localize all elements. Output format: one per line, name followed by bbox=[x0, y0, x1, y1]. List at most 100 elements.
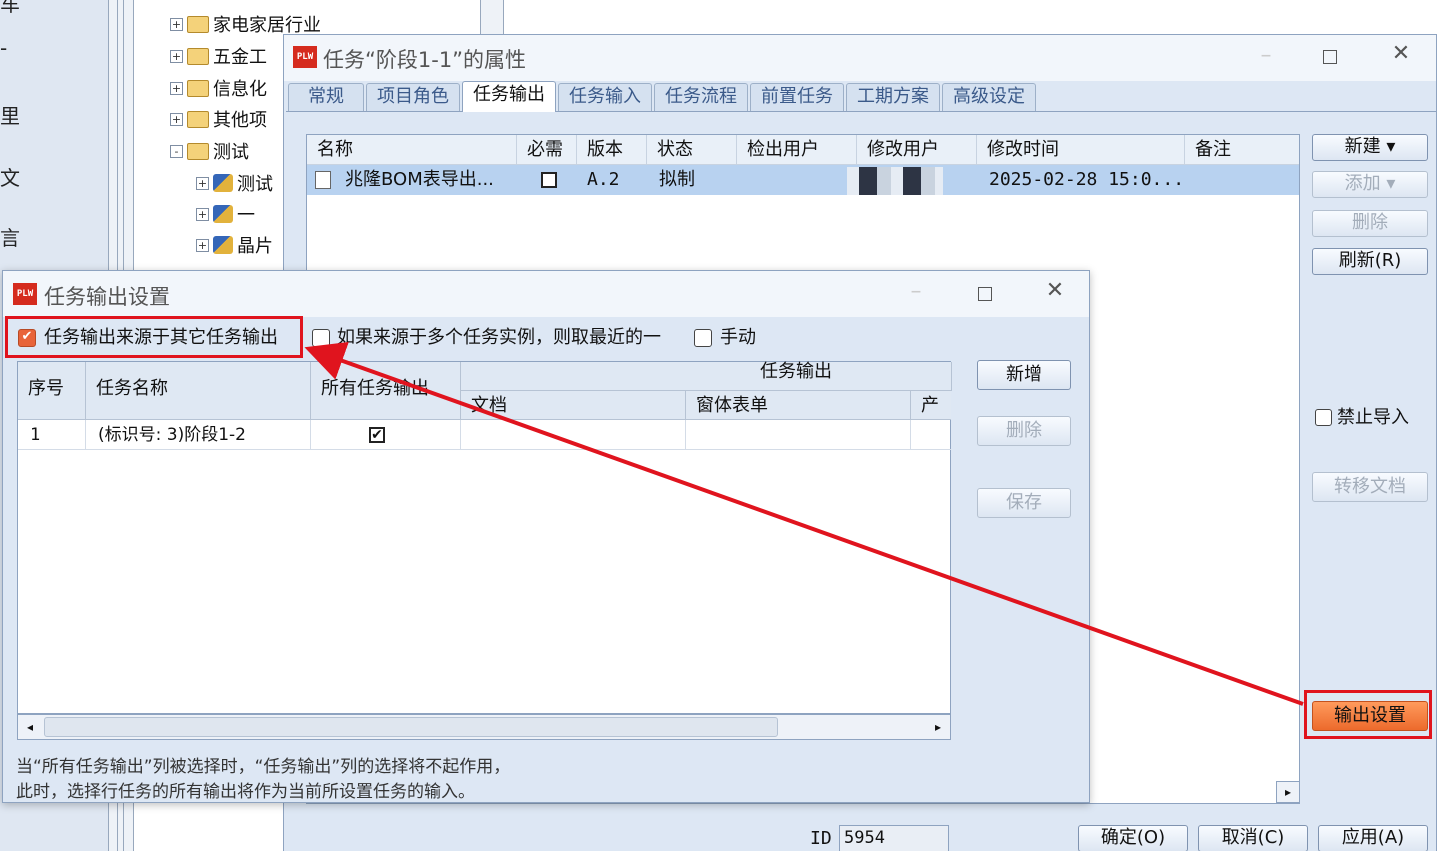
hint-text-line2: 此时，选择行任务的所有输出将作为当前所设置任务的输入。 bbox=[16, 782, 475, 802]
horizontal-scrollbar[interactable]: ◂ ▸ bbox=[17, 714, 951, 740]
column-header[interactable]: 必需 bbox=[517, 135, 577, 165]
tree-item-label: 测试 bbox=[237, 174, 273, 195]
title-bar[interactable]: PLW 任务输出设置 – ✕ bbox=[3, 271, 1089, 317]
source-task-grid: 序号 任务名称 所有任务输出 任务输出 文档 窗体表单 产品 1 (标识号: 3… bbox=[17, 361, 952, 714]
add-button[interactable]: 新增 bbox=[977, 360, 1071, 390]
hint-text-line1: 当“所有任务输出”列被选择时，“任务输出”列的选择将不起作用， bbox=[16, 757, 511, 777]
expand-icon[interactable]: + bbox=[170, 81, 183, 95]
tab-schedule-plan[interactable]: 工期方案 bbox=[846, 83, 940, 111]
folder-icon bbox=[187, 47, 209, 65]
column-header[interactable]: 检出用户 bbox=[737, 135, 857, 165]
new-dropdown-button[interactable]: 新建 ▾ bbox=[1312, 134, 1428, 161]
apply-button[interactable]: 应用(A) bbox=[1318, 825, 1428, 851]
dialog-title: 任务输出设置 bbox=[44, 285, 170, 309]
transfer-document-button[interactable]: 转移文档 bbox=[1312, 472, 1428, 502]
cell-all-outputs: ✔ bbox=[311, 420, 461, 450]
folder-icon bbox=[187, 15, 209, 33]
tree-item[interactable]: + 一 bbox=[196, 200, 255, 228]
minimize-icon[interactable]: – bbox=[1251, 43, 1281, 68]
expand-icon[interactable]: + bbox=[196, 238, 209, 252]
maximize-icon[interactable] bbox=[1323, 50, 1337, 64]
minimize-icon[interactable]: – bbox=[901, 279, 931, 304]
tree-item[interactable]: - 测试 bbox=[170, 137, 249, 165]
column-header[interactable]: 修改时间 bbox=[977, 135, 1185, 165]
cell-seq: 1 bbox=[18, 420, 86, 450]
collapse-icon[interactable]: - bbox=[170, 144, 183, 158]
tree-item-label: 信息化 bbox=[213, 79, 267, 100]
id-field[interactable]: 5954 bbox=[839, 825, 949, 851]
column-header[interactable]: 文档 bbox=[461, 391, 686, 420]
tree-item[interactable]: + 测试 bbox=[196, 169, 273, 197]
delete-button[interactable]: 删除 bbox=[977, 416, 1071, 446]
tab-task-input[interactable]: 任务输入 bbox=[558, 83, 652, 111]
scroll-right-arrow-icon[interactable]: ▸ bbox=[928, 717, 948, 737]
tab-predecessor-tasks[interactable]: 前置任务 bbox=[750, 83, 844, 111]
tab-task-flow[interactable]: 任务流程 bbox=[654, 83, 748, 111]
tree-item[interactable]: + 晶片 bbox=[196, 231, 273, 259]
manual-checkbox[interactable] bbox=[694, 329, 712, 347]
column-header[interactable]: 修改用户 bbox=[857, 135, 977, 165]
manual-label: 手动 bbox=[720, 327, 756, 348]
maximize-icon[interactable] bbox=[978, 287, 992, 301]
task-icon bbox=[213, 205, 233, 223]
tree-item[interactable]: + 其他项 bbox=[170, 105, 267, 133]
column-header[interactable]: 状态 bbox=[647, 135, 737, 165]
tab-advanced-settings[interactable]: 高级设定 bbox=[942, 83, 1036, 111]
cell-document[interactable] bbox=[461, 420, 686, 450]
scroll-left-arrow-icon[interactable]: ◂ bbox=[20, 717, 40, 737]
disable-import-checkbox[interactable] bbox=[1315, 409, 1332, 426]
add-dropdown-button[interactable]: 添加 ▾ bbox=[1312, 171, 1428, 198]
tree-item-label: 晶片 bbox=[237, 236, 273, 257]
scroll-right-arrow-icon[interactable]: ▸ bbox=[1276, 781, 1300, 803]
required-checkbox[interactable] bbox=[541, 172, 557, 188]
plw-logo-icon: PLW bbox=[293, 46, 317, 68]
tree-item[interactable]: + 信息化 bbox=[170, 74, 267, 102]
column-header[interactable]: 备注 bbox=[1185, 135, 1299, 165]
refresh-button[interactable]: 刷新(R) bbox=[1312, 248, 1428, 275]
task-icon bbox=[213, 236, 233, 254]
delete-button[interactable]: 删除 bbox=[1312, 210, 1428, 237]
annotation-highlight-checkbox bbox=[5, 316, 303, 358]
column-header[interactable]: 所有任务输出 bbox=[311, 362, 461, 420]
expand-icon[interactable]: + bbox=[196, 207, 209, 221]
left-panel-char: - bbox=[0, 36, 8, 60]
column-header[interactable]: 任务名称 bbox=[86, 362, 311, 420]
column-header[interactable]: 产品 bbox=[911, 391, 951, 420]
column-header[interactable]: 版本 bbox=[577, 135, 647, 165]
left-panel-char: 文 bbox=[0, 166, 20, 190]
left-panel-char: 里 bbox=[0, 104, 20, 128]
dialog-title: 任务“阶段1-1”的属性 bbox=[323, 48, 527, 72]
cancel-button[interactable]: 取消(C) bbox=[1198, 825, 1308, 851]
title-bar[interactable]: PLW 任务“阶段1-1”的属性 – ✕ bbox=[284, 35, 1436, 81]
save-button[interactable]: 保存 bbox=[977, 488, 1071, 518]
cell-task-name[interactable]: (标识号: 3)阶段1-2 bbox=[86, 420, 311, 450]
scrollbar-thumb[interactable] bbox=[44, 717, 778, 737]
tab-general[interactable]: 常规 bbox=[288, 83, 364, 111]
cell-product[interactable] bbox=[911, 420, 951, 450]
latest-instance-checkbox[interactable] bbox=[312, 329, 330, 347]
expand-icon[interactable]: + bbox=[170, 49, 183, 63]
id-label: ID bbox=[810, 828, 832, 849]
tab-project-roles[interactable]: 项目角色 bbox=[366, 83, 460, 111]
tree-item[interactable]: + 五金工 bbox=[170, 42, 267, 70]
expand-icon[interactable]: + bbox=[170, 112, 183, 126]
cell-modify-time: 2025-02-28 15:0... bbox=[989, 169, 1185, 190]
ok-button[interactable]: 确定(O) bbox=[1078, 825, 1188, 851]
column-header[interactable]: 序号 bbox=[18, 362, 86, 420]
tab-task-output[interactable]: 任务输出 bbox=[462, 81, 556, 112]
expand-icon[interactable]: + bbox=[170, 17, 183, 31]
column-header[interactable]: 名称 bbox=[307, 135, 517, 165]
column-header[interactable]: 窗体表单 bbox=[686, 391, 911, 420]
document-icon bbox=[315, 171, 331, 189]
all-outputs-checkbox[interactable]: ✔ bbox=[369, 427, 385, 443]
cell-form[interactable] bbox=[686, 420, 911, 450]
close-icon[interactable]: ✕ bbox=[1040, 278, 1070, 303]
tree-item-label: 其他项 bbox=[213, 110, 267, 131]
left-panel-char: 言 bbox=[0, 226, 20, 250]
folder-icon bbox=[187, 142, 209, 160]
tree-item-label: 一 bbox=[237, 205, 255, 226]
blurred-user-cell bbox=[847, 167, 943, 195]
expand-icon[interactable]: + bbox=[196, 176, 209, 190]
close-icon[interactable]: ✕ bbox=[1386, 41, 1416, 66]
folder-icon bbox=[187, 110, 209, 128]
